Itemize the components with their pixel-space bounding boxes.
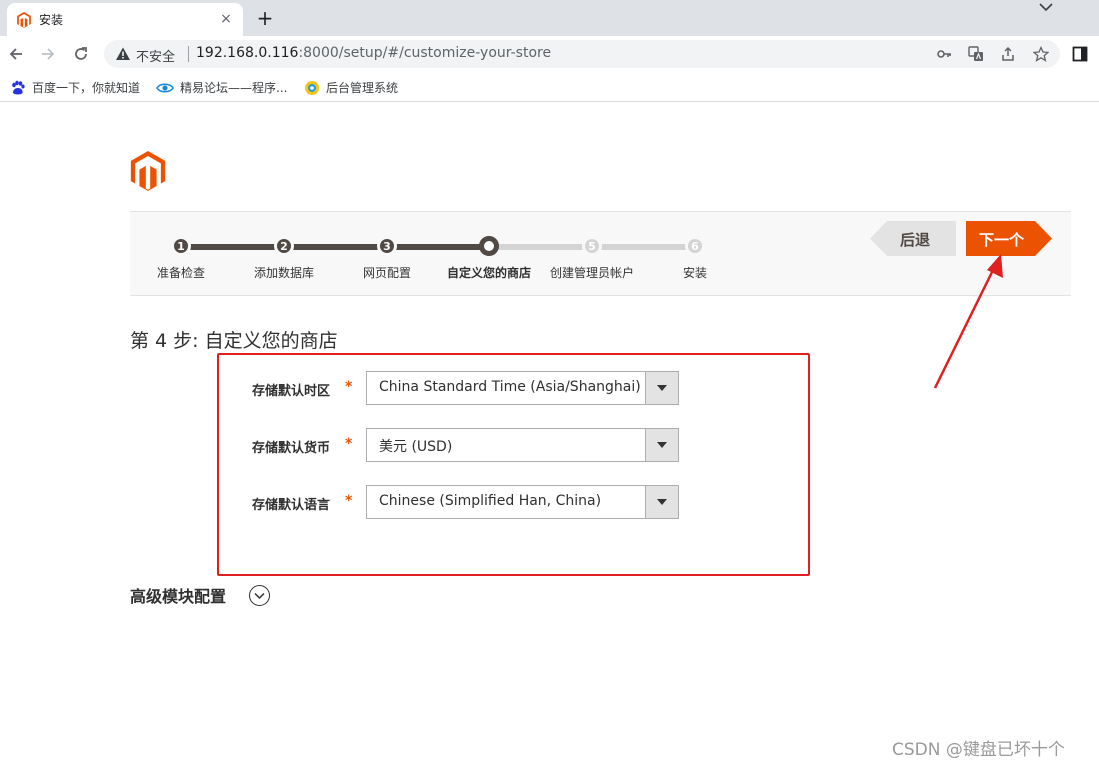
- arrow-right-icon: [42, 48, 55, 60]
- step-label: 创建管理员帐户: [549, 266, 635, 280]
- language-value: Chinese (Simplified Han, China): [379, 493, 602, 509]
- back-button-label: 后退: [900, 231, 931, 249]
- url-host: 192.168.0.116: [196, 45, 299, 61]
- step-dot-3: 3: [377, 236, 397, 256]
- eye-logo-icon: [156, 82, 174, 93]
- magento-favicon-icon: [17, 11, 31, 28]
- annotation-arrow-icon: [933, 254, 1003, 389]
- step-dot-5: 5: [582, 236, 602, 256]
- bookmarks-bar: 百度一下，你就知道 精易论坛——程序... 后台管理系统: [0, 72, 1099, 102]
- step-label: 网页配置: [362, 266, 412, 280]
- step-label: 准备检查: [156, 266, 206, 280]
- currency-value: 美元 (USD): [379, 439, 453, 455]
- dropdown-arrow-icon[interactable]: [645, 372, 678, 404]
- step-label: 安装: [682, 266, 708, 280]
- page-title: 第 4 步: 自定义您的商店: [130, 330, 338, 352]
- translate-icon[interactable]: [968, 46, 984, 62]
- bookmark-label: 百度一下，你就知道: [32, 81, 141, 95]
- bookmark-admin[interactable]: 后台管理系统: [304, 79, 398, 96]
- admin-logo-icon: [305, 80, 319, 95]
- required-mark: *: [345, 493, 353, 509]
- omnibox-separator: [188, 46, 189, 62]
- timezone-label: 存储默认时区: [252, 384, 331, 399]
- language-label: 存储默认语言: [252, 498, 331, 513]
- address-bar[interactable]: 不安全 192.168.0.116:8000/setup/#/customize…: [104, 40, 1060, 68]
- step-dot-1: 1: [171, 236, 191, 256]
- tab-bar: 安装 × +: [0, 0, 1099, 36]
- bookmark-label: 后台管理系统: [326, 81, 399, 95]
- step-dot-2: 2: [274, 236, 294, 256]
- bookmark-label: 精易论坛——程序...: [180, 81, 288, 95]
- bookmark-star-icon[interactable]: [1033, 46, 1049, 62]
- timezone-value: China Standard Time (Asia/Shanghai): [379, 379, 641, 395]
- url-text[interactable]: 192.168.0.116:8000/setup/#/customize-you…: [196, 45, 551, 61]
- step-label: 添加数据库: [253, 266, 315, 280]
- magento-logo-icon: [130, 151, 166, 191]
- expand-toggle[interactable]: [249, 585, 270, 606]
- next-button-label: 下一个: [979, 231, 1025, 249]
- bookmark-jingyi[interactable]: 精易论坛——程序...: [156, 79, 287, 96]
- arrow-left-icon: [9, 48, 22, 60]
- dropdown-arrow-icon[interactable]: [645, 429, 678, 461]
- chevron-down-icon[interactable]: [1036, 0, 1056, 16]
- currency-label: 存储默认货币: [252, 441, 331, 456]
- advanced-modules-label[interactable]: 高级模块配置: [130, 583, 226, 607]
- back-nav-button[interactable]: [6, 44, 26, 64]
- required-mark: *: [345, 379, 353, 395]
- close-tab-icon[interactable]: ×: [218, 11, 234, 27]
- reload-button[interactable]: [71, 44, 91, 64]
- currency-select[interactable]: 美元 (USD): [366, 428, 679, 462]
- forward-nav-button[interactable]: [38, 44, 58, 64]
- baidu-paw-icon: [12, 80, 25, 94]
- new-tab-button[interactable]: +: [254, 7, 276, 29]
- timezone-select[interactable]: China Standard Time (Asia/Shanghai): [366, 371, 679, 405]
- side-panel-icon[interactable]: [1072, 46, 1088, 62]
- reload-icon: [75, 47, 87, 60]
- language-select[interactable]: Chinese (Simplified Han, China): [366, 485, 679, 519]
- bookmark-baidu[interactable]: 百度一下，你就知道: [10, 79, 140, 96]
- step-label-current: 自定义您的商店: [446, 266, 532, 280]
- url-path: :8000/setup/#/customize-your-store: [298, 45, 552, 61]
- key-icon[interactable]: [936, 46, 952, 62]
- required-mark: *: [345, 436, 353, 452]
- watermark: CSDN @键盘已坏十个: [892, 740, 1065, 760]
- step-dot-4-current: [479, 236, 499, 256]
- step-dot-6: 6: [685, 236, 705, 256]
- dropdown-arrow-icon[interactable]: [645, 486, 678, 518]
- security-label: 不安全: [136, 50, 176, 65]
- progress-track-done: [181, 244, 489, 250]
- share-icon[interactable]: [1000, 46, 1016, 62]
- tab-title: 安装: [39, 13, 64, 27]
- chevron-down-icon: [254, 592, 265, 600]
- warning-icon[interactable]: [115, 46, 131, 62]
- browser-toolbar: 不安全 192.168.0.116:8000/setup/#/customize…: [0, 36, 1099, 72]
- browser-tab[interactable]: 安装 ×: [7, 3, 243, 36]
